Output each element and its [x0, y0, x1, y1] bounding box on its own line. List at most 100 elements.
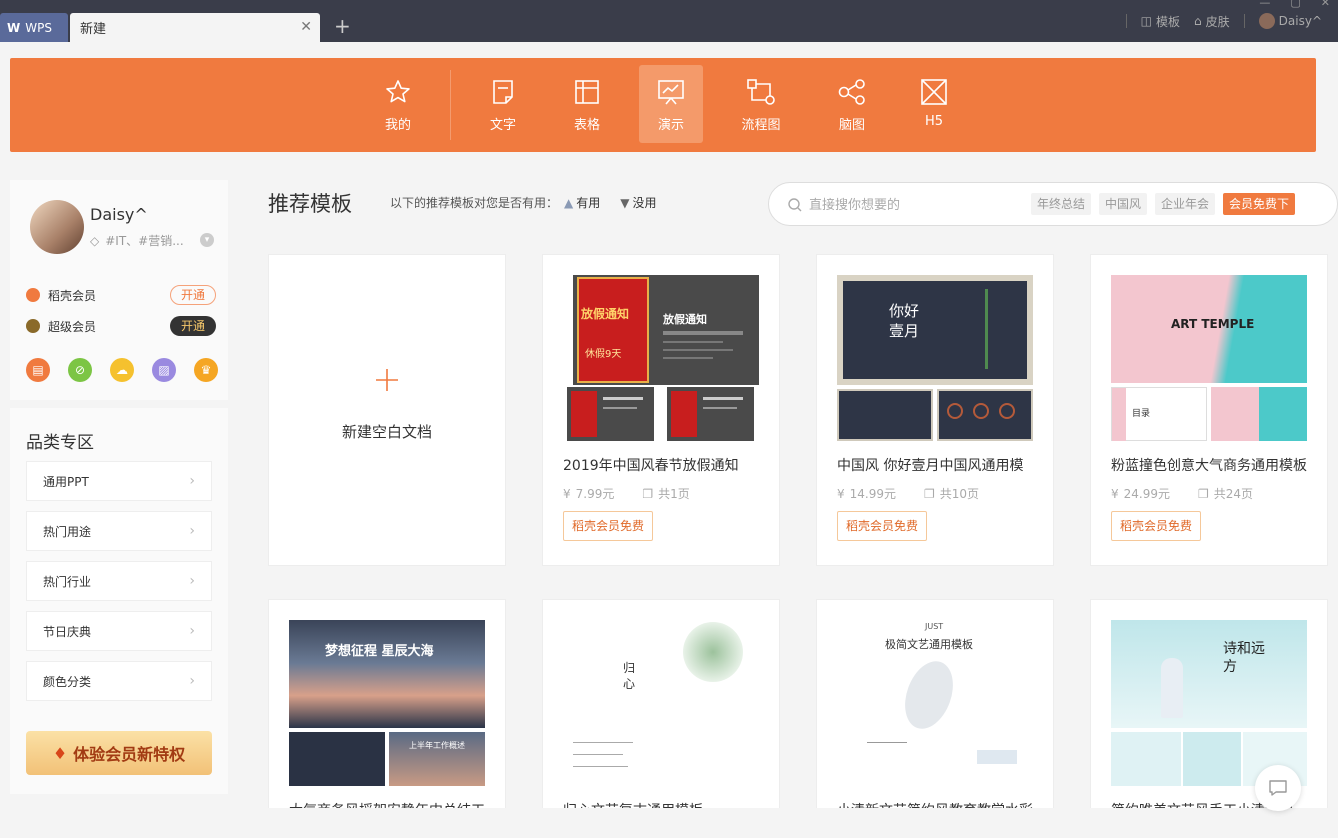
presentation-icon	[658, 80, 684, 105]
member-free-tag[interactable]: 会员免费下	[1223, 193, 1296, 215]
template-card[interactable]: 放假通知 休假9天 放假通知 2019年中国风春节放假通知 ¥7.99元 ❐ 共1…	[542, 254, 780, 566]
member-daoke: 稻壳会员 开通	[26, 284, 216, 306]
category-label: 节日庆典	[43, 624, 92, 639]
perk-icons: ▤ ⊘ ☁ ▨ ♛	[26, 358, 218, 382]
template-title[interactable]: 中国风 你好壹月中国风通用模	[837, 455, 1047, 475]
nav-my[interactable]: 我的	[366, 65, 430, 143]
category-item[interactable]: 颜色分类 ›	[26, 661, 212, 701]
thumb-text: 放假通知	[663, 313, 707, 326]
chevron-right-icon: ›	[189, 623, 195, 639]
nav-flowchart[interactable]: 流程图	[729, 65, 793, 143]
vip-trial-button[interactable]: ♦ 体验会员新特权	[26, 731, 212, 775]
table-icon	[575, 80, 599, 104]
fire-icon: ♦	[52, 743, 68, 763]
chevron-right-icon: ›	[189, 473, 195, 489]
no-ads-perk-icon[interactable]: ⊘	[68, 358, 92, 382]
skin-link[interactable]: ⌂ 皮肤	[1194, 13, 1230, 30]
sidebar: Daisy^ ◇ #IT、#营销... ▾ 稻壳会员 开通 超级会员 开通 ▤ …	[10, 180, 228, 794]
nav-label: 流程图	[741, 118, 781, 133]
template-meta: ¥24.99元 ❐ 共24页	[1111, 485, 1253, 502]
close-window-icon[interactable]: ✕	[1321, 0, 1330, 9]
feedback-yes-button[interactable]: ▲ 有用	[564, 194, 600, 211]
template-thumbnail: JUST 极简文艺通用模板	[837, 620, 1033, 786]
member-free-badge[interactable]: 稻壳会员免费	[1111, 511, 1202, 541]
template-meta: ¥14.99元 ❐ 共10页	[837, 485, 979, 502]
template-price: 7.99元	[575, 487, 615, 501]
chevron-down-icon[interactable]: ▾	[200, 233, 214, 247]
open-super-button[interactable]: 开通	[170, 316, 216, 336]
nav-mindmap[interactable]: 脑图	[820, 65, 884, 143]
template-card[interactable]: 你好壹月 中国风 你好壹月中国风通用模 ¥14.99元 ❐ 共10页 稻壳会员免费	[816, 254, 1054, 566]
tab-new[interactable]: 新建 ✕	[70, 13, 320, 42]
template-card[interactable]: 梦想征程 星辰大海 上半年工作概述 大气商务风摇架安静年中总结工	[268, 599, 506, 838]
thumb-text: 归心	[623, 661, 636, 691]
image-perk-icon[interactable]: ▨	[152, 358, 176, 382]
tab-wps[interactable]: W WPS	[0, 13, 68, 42]
template-title[interactable]: 2019年中国风春节放假通知	[563, 455, 773, 475]
template-card[interactable]: 归心 归心文艺复古通用模板	[542, 599, 780, 838]
divider	[1243, 14, 1245, 28]
thumb-text: JUST	[925, 622, 944, 631]
blank-document-card[interactable]: 新建空白文档	[268, 254, 506, 566]
minimize-icon[interactable]: —	[1259, 0, 1270, 9]
vip-trial-label: 体验会员新特权	[73, 745, 186, 764]
member-free-badge[interactable]: 稻壳会员免费	[837, 511, 928, 541]
search-input[interactable]	[809, 195, 1019, 215]
chevron-right-icon: ›	[189, 523, 195, 539]
template-card[interactable]: ART TEMPLE 目录 粉蓝撞色创意大气商务通用模板 ¥24.99元 ❐ 共2…	[1090, 254, 1328, 566]
user-tags-text: #IT、#营销...	[105, 234, 184, 248]
category-label: 热门行业	[43, 574, 92, 589]
mindmap-icon	[838, 79, 865, 105]
category-item[interactable]: 热门用途 ›	[26, 511, 212, 551]
add-tab-icon[interactable]: +	[334, 16, 351, 36]
page-title: 推荐模板	[268, 192, 352, 216]
skin-link-label: 皮肤	[1205, 14, 1230, 29]
close-icon[interactable]: ✕	[300, 19, 312, 35]
template-title[interactable]: 粉蓝撞色创意大气商务通用模板	[1111, 455, 1321, 475]
open-daoke-button[interactable]: 开通	[170, 285, 216, 305]
thumbs-up-icon: ▲	[564, 195, 574, 210]
nav-spreadsheet[interactable]: 表格	[555, 65, 619, 143]
feedback-no-button[interactable]: ▼ 没用	[620, 194, 656, 211]
maximize-icon[interactable]: ▢	[1290, 0, 1300, 9]
member-free-badge[interactable]: 稻壳会员免费	[563, 511, 654, 541]
price-icon: ¥	[563, 486, 571, 501]
divider	[1125, 14, 1127, 28]
nav-writer[interactable]: 文字	[471, 65, 535, 143]
search-tag[interactable]: 年终总结	[1031, 193, 1092, 215]
tab-new-label: 新建	[80, 22, 107, 37]
feedback-yes-label: 有用	[576, 196, 601, 210]
flowchart-icon	[747, 79, 775, 105]
nav-h5[interactable]: H5	[902, 65, 966, 143]
category-item[interactable]: 通用PPT ›	[26, 461, 212, 501]
chat-button[interactable]	[1255, 765, 1301, 811]
pages-icon: ❐	[924, 486, 935, 501]
nav-label: 脑图	[838, 118, 865, 133]
star-icon	[386, 80, 410, 103]
feedback-bar: 以下的推荐模板对您是否有用： ▲ 有用 ▼ 没用	[390, 194, 657, 211]
template-card[interactable]: JUST 极简文艺通用模板 小清新文艺简约风教育教学水彩	[816, 599, 1054, 838]
crown-perk-icon[interactable]: ♛	[194, 358, 218, 382]
blank-document-label: 新建空白文档	[341, 423, 432, 441]
plus-icon	[376, 369, 398, 391]
avatar	[1258, 13, 1275, 29]
h5-icon	[921, 79, 947, 105]
feedback-prompt: 以下的推荐模板对您是否有用：	[390, 196, 559, 210]
category-item[interactable]: 节日庆典 ›	[26, 611, 212, 651]
search-tag[interactable]: 企业年会	[1155, 193, 1216, 215]
avatar[interactable]	[30, 200, 84, 254]
daoke-member-icon	[26, 288, 40, 302]
thumb-text: ART TEMPLE	[1171, 317, 1255, 331]
member-label: 稻壳会员	[48, 288, 97, 303]
document-icon	[493, 80, 513, 104]
tab-wps-label: WPS	[25, 20, 52, 35]
category-item[interactable]: 热门行业 ›	[26, 561, 212, 601]
user-tags[interactable]: ◇ #IT、#营销...	[90, 232, 184, 249]
doc-perk-icon[interactable]: ▤	[26, 358, 50, 382]
cloud-perk-icon[interactable]: ☁	[110, 358, 134, 382]
template-link[interactable]: ◫ 模板	[1141, 13, 1180, 30]
user-menu[interactable]: Daisy^	[1258, 13, 1322, 29]
search-tag[interactable]: 中国风	[1099, 193, 1148, 215]
nav-presentation[interactable]: 演示	[639, 65, 703, 143]
divider	[10, 400, 228, 408]
